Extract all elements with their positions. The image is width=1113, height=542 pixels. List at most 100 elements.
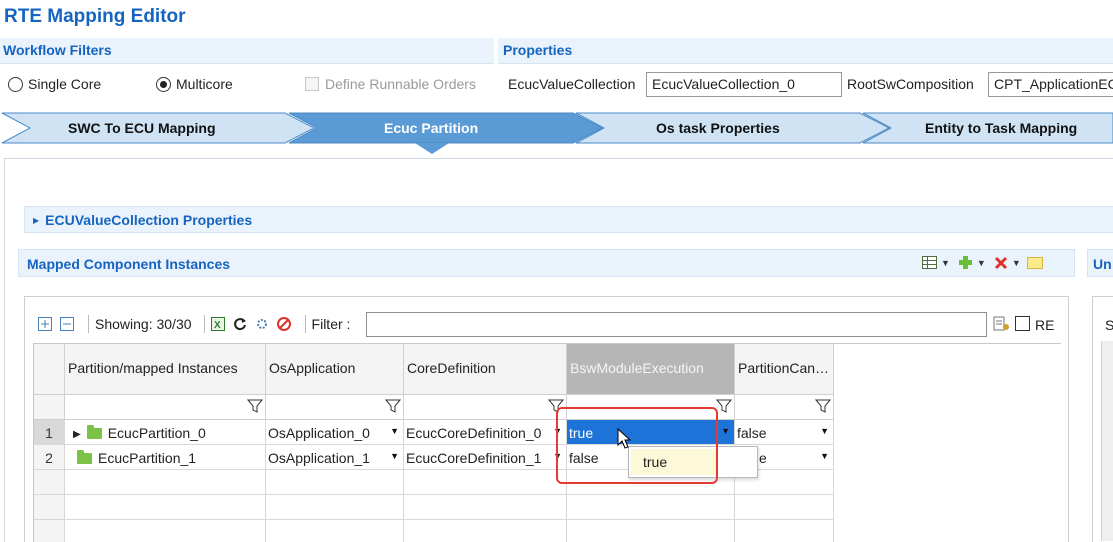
empty-cell <box>65 495 266 520</box>
column-filter-os-application[interactable] <box>266 395 404 420</box>
clear-filter-icon[interactable] <box>276 317 291 331</box>
ecu-value-collection-title: ECUValueCollection Properties <box>45 212 253 228</box>
multicore-radio[interactable]: Multicore <box>156 76 233 92</box>
refresh-icon[interactable] <box>233 317 247 331</box>
note-icon[interactable] <box>1026 256 1043 269</box>
unmapped-heading: Un <box>1087 249 1113 277</box>
ecu-value-collection-section[interactable]: ▶ ECUValueCollection Properties <box>24 206 1113 233</box>
row-number[interactable]: 1 <box>34 420 65 445</box>
empty-row <box>34 495 65 520</box>
root-sw-composition-field[interactable]: CPT_ApplicationEC <box>988 72 1113 97</box>
column-filter-partition-can[interactable] <box>735 395 834 420</box>
define-runnable-orders-label: Define Runnable Orders <box>325 76 476 92</box>
chevron-down-icon[interactable]: ▼ <box>977 258 986 268</box>
checkbox-box <box>305 77 319 91</box>
re-label: RE <box>1035 317 1055 333</box>
single-core-label: Single Core <box>28 76 102 92</box>
toolbar-separator <box>203 315 205 333</box>
empty-cell <box>735 520 834 542</box>
table-toolbar: Showing: 30/30 X Filter : <box>38 312 350 336</box>
filter-funnel-icon[interactable] <box>815 398 831 414</box>
filter-funnel-icon[interactable] <box>716 398 732 414</box>
chevron-down-icon[interactable]: ▼ <box>1012 258 1021 268</box>
collapse-all-icon[interactable] <box>60 317 74 331</box>
empty-cell <box>65 470 266 495</box>
filter-label: Filter : <box>311 316 351 332</box>
column-header-partition[interactable]: Partition/mapped Instances <box>65 344 266 395</box>
highlight-annotation <box>556 407 718 484</box>
row-number[interactable]: 2 <box>34 445 65 470</box>
single-core-radio[interactable]: Single Core <box>8 76 101 92</box>
mapped-instances-table: Partition/mapped Instances OsApplication… <box>33 343 1061 542</box>
settings-icon[interactable] <box>255 317 269 331</box>
delete-icon[interactable] <box>994 256 1008 270</box>
filter-input[interactable] <box>366 312 987 337</box>
expand-all-icon[interactable] <box>38 317 52 331</box>
chevron-down-icon[interactable]: ▼ <box>941 258 950 268</box>
right-panel: S <box>1092 296 1113 542</box>
ecuc-value-collection-field[interactable]: EcucValueCollection_0 <box>646 72 842 97</box>
column-header-partition-can[interactable]: PartitionCan… <box>735 344 834 395</box>
column-header-core-definition[interactable]: CoreDefinition <box>404 344 567 395</box>
column-header-bsw-module-execution[interactable]: BswModuleExecution <box>567 344 735 395</box>
step-swc-to-ecu-mapping[interactable]: SWC To ECU Mapping <box>68 120 216 136</box>
right-panel-label: S <box>1105 317 1113 333</box>
empty-cell <box>404 520 567 542</box>
empty-cell <box>266 495 404 520</box>
core-definition-cell[interactable]: EcucCoreDefinition_0 ▼ <box>404 420 567 445</box>
filter-funnel-icon[interactable] <box>247 398 263 414</box>
table-row-instance[interactable]: ▶ EcucPartition_0 <box>65 420 266 445</box>
excel-export-icon[interactable]: X <box>210 317 225 331</box>
chevron-down-icon[interactable]: ▼ <box>820 451 829 461</box>
define-runnable-orders-checkbox[interactable]: Define Runnable Orders <box>305 76 476 92</box>
step-active-pointer <box>415 143 449 154</box>
regex-options-icon[interactable] <box>993 316 1011 332</box>
instance-name: EcucPartition_0 <box>107 425 206 441</box>
os-application-value: OsApplication_1 <box>268 450 370 466</box>
add-icon[interactable] <box>958 255 973 270</box>
partition-can-value: e <box>759 450 767 466</box>
editor-title: RTE Mapping Editor <box>4 6 186 27</box>
step-os-task-properties[interactable]: Os task Properties <box>656 120 780 136</box>
chevron-down-icon[interactable]: ▼ <box>390 426 399 436</box>
filter-funnel-icon[interactable] <box>385 398 401 414</box>
step-entity-to-task-mapping[interactable]: Entity to Task Mapping <box>925 120 1077 136</box>
re-checkbox[interactable] <box>1015 316 1030 331</box>
empty-cell <box>65 520 266 542</box>
core-definition-value: EcucCoreDefinition_1 <box>406 450 542 466</box>
partition-can-value: false <box>737 425 767 441</box>
empty-row <box>34 520 65 542</box>
chevron-down-icon[interactable]: ▼ <box>721 426 730 436</box>
table-row-instance[interactable]: EcucPartition_1 <box>65 445 266 470</box>
partition-can-cell[interactable]: false ▼ <box>735 420 834 445</box>
chevron-down-icon[interactable]: ▼ <box>390 451 399 461</box>
empty-row <box>34 470 65 495</box>
mouse-cursor-icon <box>617 428 632 449</box>
row-number-header <box>34 344 65 395</box>
chevron-down-icon[interactable]: ▼ <box>820 426 829 436</box>
empty-cell <box>567 495 735 520</box>
radio-circle-selected <box>156 76 171 92</box>
column-filter-partition[interactable] <box>65 395 266 420</box>
empty-cell <box>404 495 567 520</box>
filter-row-corner <box>34 395 65 420</box>
os-application-cell[interactable]: OsApplication_1 ▼ <box>266 445 404 470</box>
os-application-value: OsApplication_0 <box>268 425 370 441</box>
core-definition-cell[interactable]: EcucCoreDefinition_1 ▼ <box>404 445 567 470</box>
folder-icon <box>86 425 102 439</box>
empty-cell <box>567 520 735 542</box>
toolbar-separator <box>88 315 89 333</box>
empty-cell <box>266 470 404 495</box>
toolbar-separator <box>304 315 306 333</box>
workflow-filters-heading: Workflow Filters <box>0 38 494 64</box>
expand-row-icon[interactable]: ▶ <box>73 429 81 440</box>
column-filter-core-definition[interactable] <box>404 395 567 420</box>
table-view-icon[interactable] <box>922 256 937 269</box>
radio-circle <box>8 76 23 92</box>
svg-text:X: X <box>214 320 221 331</box>
step-ecuc-partition[interactable]: Ecuc Partition <box>384 120 478 136</box>
core-definition-value: EcucCoreDefinition_0 <box>406 425 542 441</box>
os-application-cell[interactable]: OsApplication_0 ▼ <box>266 420 404 445</box>
column-header-os-application[interactable]: OsApplication <box>266 344 404 395</box>
ecuc-value-collection-label: EcucValueCollection <box>508 76 636 92</box>
